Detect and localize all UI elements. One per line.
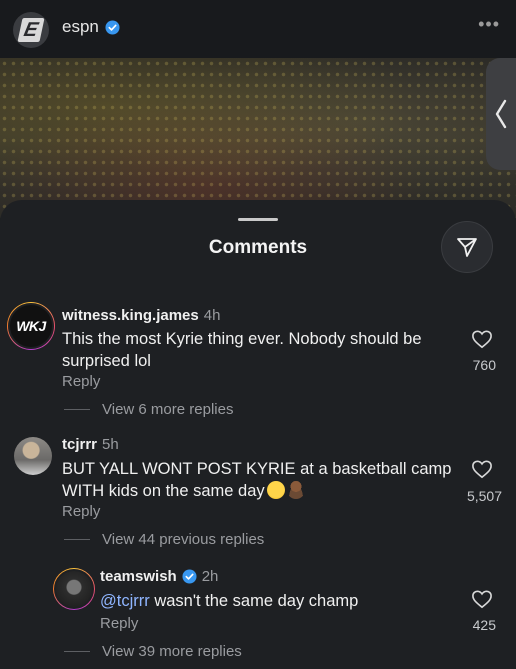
thinking-face-icon (266, 481, 285, 499)
comment-username[interactable]: tcjrrr 5h (62, 436, 119, 453)
video-crowd-texture (0, 58, 516, 218)
comment-username[interactable]: teamswish 2h (100, 568, 218, 585)
like-button[interactable] (468, 329, 496, 354)
reply-button[interactable]: Reply (62, 503, 100, 520)
reply-button[interactable]: Reply (100, 615, 138, 632)
comment-text: BUT YALL WONT POST KYRIE at a basketball… (62, 458, 452, 502)
espn-logo-icon: E (17, 18, 45, 42)
view-replies-link[interactable]: View 6 more replies (64, 401, 233, 418)
view-replies-link[interactable]: View 39 more replies (64, 643, 242, 660)
comment-text: This the most Kyrie thing ever. Nobody s… (62, 330, 422, 370)
thread-line (64, 651, 90, 652)
like-count: 760 (472, 357, 496, 373)
video-preview[interactable] (0, 58, 516, 218)
person-emoji-icon (286, 481, 305, 499)
comment-text: @tcjrrr wasn't the same day champ (100, 590, 450, 612)
avatar[interactable]: WKJ (7, 302, 55, 350)
comment-time: 5h (102, 436, 119, 453)
verified-badge-icon (105, 19, 120, 35)
heart-icon (472, 590, 492, 609)
avatar-logo-text: WKJ (16, 318, 46, 334)
avatar[interactable] (53, 568, 95, 610)
chevron-left-icon (495, 99, 507, 129)
comment-time: 2h (201, 568, 219, 585)
like-button[interactable] (468, 459, 496, 484)
view-replies-label[interactable]: View 6 more replies (102, 401, 233, 418)
collapse-tab[interactable] (486, 58, 516, 170)
like-count: 5,507 (466, 488, 502, 504)
drag-handle[interactable] (238, 218, 278, 221)
like-count: 425 (472, 617, 496, 633)
paper-plane-icon (457, 238, 477, 257)
more-options-icon[interactable]: ••• (478, 14, 500, 35)
share-button[interactable] (441, 221, 493, 273)
comment-username[interactable]: witness.king.james 4h (62, 307, 220, 324)
username-label[interactable]: witness.king.james (62, 307, 199, 324)
comment-time: 4h (203, 307, 221, 324)
comment-text-label: BUT YALL WONT POST KYRIE at a basketball… (62, 460, 452, 500)
view-replies-label[interactable]: View 44 previous replies (102, 531, 264, 548)
post-header: E espn ••• (0, 0, 516, 58)
avatar[interactable] (14, 437, 52, 475)
verified-badge-icon (182, 569, 197, 584)
avatar-inner: WKJ (8, 303, 54, 349)
thread-line (64, 539, 90, 540)
avatar-inner (54, 569, 94, 609)
username-label[interactable]: tcjrrr (62, 436, 97, 453)
reply-button[interactable]: Reply (62, 373, 100, 390)
like-button[interactable] (468, 589, 496, 614)
view-replies-link[interactable]: View 44 previous replies (64, 531, 264, 548)
sheet-title: Comments (208, 237, 308, 258)
heart-icon (472, 330, 492, 349)
heart-icon (472, 460, 492, 479)
username-label[interactable]: teamswish (100, 568, 177, 585)
account-name[interactable]: espn (62, 17, 120, 37)
view-replies-label[interactable]: View 39 more replies (102, 643, 242, 660)
thread-line (64, 409, 90, 410)
espn-avatar[interactable]: E (13, 12, 49, 48)
comments-sheet: Comments WKJ witness.king.james 4h This t… (0, 200, 516, 669)
comment-text-label: wasn't the same day champ (149, 592, 359, 610)
account-name-label[interactable]: espn (62, 17, 99, 37)
mention-link[interactable]: @tcjrrr (100, 592, 150, 610)
